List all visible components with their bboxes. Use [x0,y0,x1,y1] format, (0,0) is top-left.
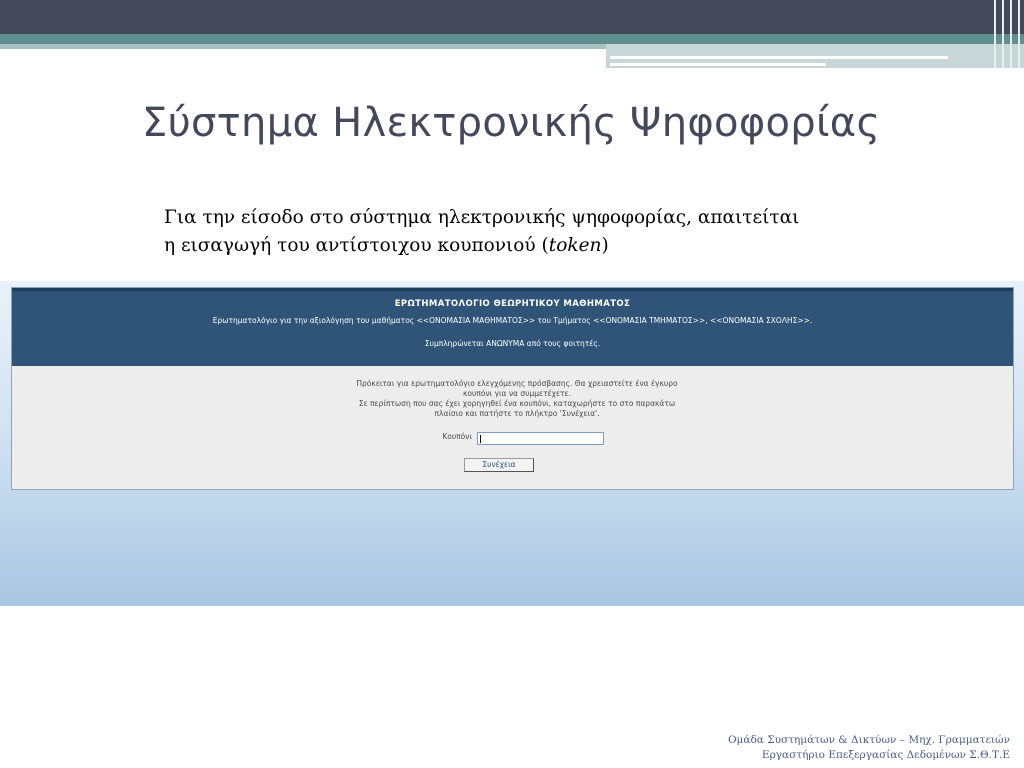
token-term: token [548,235,602,256]
footer-line-1: Ομάδα Συστημάτων & Δικτύων – Μηχ. Γραμμα… [727,734,1010,746]
coupon-label: Κουπόνι [442,432,472,441]
footer-line-2: Εργαστήριο Επεξεργασίας Δεδομένων Σ.Θ.Τ.… [761,749,1010,761]
slide-title: Σύστημα Ηλεκτρονικής Ψηφοφορίας [142,100,881,146]
questionnaire-window: ΕΡΩΤΗΜΑΤΟΛΟΓΙΟ ΘΕΩΡΗΤΙΚΟΥ ΜΑΘΗΜΑΤΟΣ Ερωτ… [11,287,1014,490]
top-teal-band [0,34,1024,44]
top-right-accent-line [610,63,826,66]
slide-footer: Ομάδα Συστημάτων & Δικτύων – Μηχ. Γραμμα… [640,733,1010,763]
questionnaire-header: ΕΡΩΤΗΜΑΤΟΛΟΓΙΟ ΘΕΩΡΗΤΙΚΟΥ ΜΑΘΗΜΑΤΟΣ Ερωτ… [12,288,1013,366]
access-instructions: Πρόκειται για ερωτηματολόγιο ελεγχόμενης… [356,379,678,418]
top-right-stripes [990,0,1024,68]
intro-line-2: η εισαγωγή του αντίστοιχου κουπονιού (to… [164,235,609,256]
coupon-input[interactable] [477,432,604,445]
top-dark-bar [0,0,1024,34]
anonymous-note: Συμπληρώνεται ΑΝΩΝΥΜΑ από τους φοιτητές. [424,339,601,348]
questionnaire-title: ΕΡΩΤΗΜΑΤΟΛΟΓΙΟ ΘΕΩΡΗΤΙΚΟΥ ΜΑΘΗΜΑΤΟΣ [394,299,631,309]
questionnaire-subtitle: Ερωτηματολόγιο για την αξιολόγηση του μα… [212,316,813,325]
continue-button[interactable]: Συνέχεια [464,458,534,472]
slide-intro-text: Για την είσοδο στο σύστημα ηλεκτρονικής … [164,204,884,260]
top-right-accent-line [610,56,948,59]
intro-line-1: Για την είσοδο στο σύστημα ηλεκτρονικής … [164,207,800,228]
